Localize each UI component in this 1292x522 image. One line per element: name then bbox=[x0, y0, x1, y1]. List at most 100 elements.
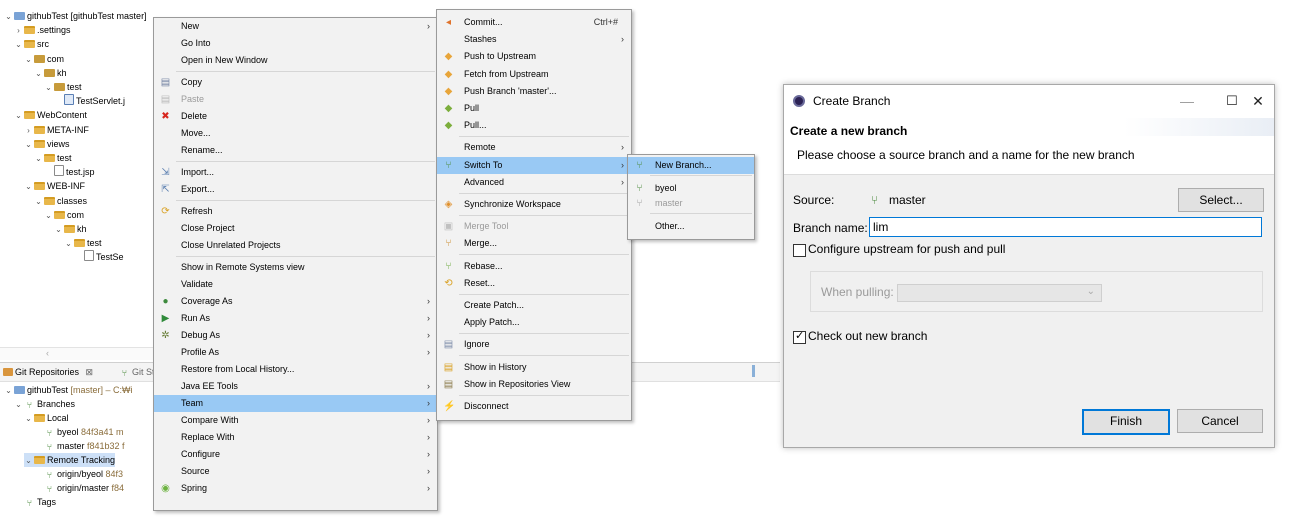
expand-chevron-icon[interactable]: ⌄ bbox=[54, 223, 63, 237]
team-commit[interactable]: ◂ Commit... Ctrl+# bbox=[437, 14, 631, 31]
collapse-chevron-icon[interactable]: › bbox=[14, 24, 23, 38]
expand-chevron-icon[interactable]: ⌄ bbox=[44, 209, 53, 223]
git-remote-tracking-node[interactable]: ⌄ Remote Tracking bbox=[24, 453, 116, 467]
menu-export[interactable]: ⇱ Export... bbox=[154, 181, 437, 198]
git-branch-master[interactable]: ⑂ master f841b32 f bbox=[34, 439, 125, 453]
tab-git-repositories[interactable]: Git Repositories ⊠ bbox=[2, 365, 93, 379]
explorer-horizontal-scrollbar[interactable]: ‹ bbox=[0, 347, 160, 360]
menu-copy[interactable]: ▤ Copy bbox=[154, 74, 437, 91]
team-show-history[interactable]: ▤ Show in History bbox=[437, 359, 631, 376]
expand-chevron-icon[interactable]: ⌄ bbox=[24, 412, 33, 426]
tree-folder-test[interactable]: ⌄ test bbox=[44, 80, 81, 95]
switch-new-branch[interactable]: ⑂ New Branch... bbox=[628, 157, 754, 174]
finish-button[interactable]: Finish bbox=[1082, 409, 1170, 435]
team-fetch-upstream[interactable]: ◆ Fetch from Upstream bbox=[437, 66, 631, 83]
tree-folder-src[interactable]: ⌄ src bbox=[14, 37, 49, 51]
tree-folder-web-inf[interactable]: ⌄ WEB-INF bbox=[24, 179, 85, 193]
tree-folder-classes-kh[interactable]: ⌄ kh bbox=[54, 222, 86, 237]
menu-spring[interactable]: ◉ Spring › bbox=[154, 480, 437, 497]
git-origin-byeol[interactable]: ⑂ origin/byeol 84f3 bbox=[34, 467, 123, 481]
menu-move[interactable]: Move... bbox=[154, 125, 437, 142]
cancel-button[interactable]: Cancel bbox=[1177, 409, 1263, 433]
collapse-chevron-icon[interactable]: › bbox=[24, 124, 33, 138]
switch-byeol[interactable]: ⑂ byeol bbox=[628, 180, 754, 197]
git-repo-githubtest[interactable]: ⌄ githubTest [master] – C:₩i bbox=[4, 383, 132, 398]
team-create-patch[interactable]: Create Patch... bbox=[437, 297, 631, 314]
tree-file-test-jsp[interactable]: test.jsp bbox=[44, 165, 95, 179]
switch-other[interactable]: Other... bbox=[628, 218, 754, 235]
tree-folder-views[interactable]: ⌄ views bbox=[24, 137, 69, 152]
team-disconnect[interactable]: ⚡ Disconnect bbox=[437, 398, 631, 415]
team-remote[interactable]: Remote › bbox=[437, 139, 631, 156]
team-push-branch[interactable]: ◆ Push Branch 'master'... bbox=[437, 83, 631, 100]
expand-chevron-icon[interactable]: ⌄ bbox=[44, 81, 53, 95]
expand-chevron-icon[interactable]: ⌄ bbox=[64, 237, 73, 251]
team-advanced[interactable]: Advanced › bbox=[437, 174, 631, 191]
expand-chevron-icon[interactable]: ⌄ bbox=[24, 180, 33, 194]
menu-new[interactable]: New › bbox=[154, 18, 437, 35]
branch-name-input[interactable]: lim bbox=[869, 217, 1262, 237]
tree-folder-classes-test[interactable]: ⌄ test bbox=[64, 236, 101, 251]
tree-file-testse[interactable]: TestSe bbox=[74, 250, 124, 264]
menu-coverage-as[interactable]: ● Coverage As › bbox=[154, 293, 437, 310]
expand-chevron-icon[interactable]: ⌄ bbox=[24, 138, 33, 152]
expand-chevron-icon[interactable]: ⌄ bbox=[24, 53, 33, 67]
menu-java-ee-tools[interactable]: Java EE Tools › bbox=[154, 378, 437, 395]
menu-close-project[interactable]: Close Project bbox=[154, 220, 437, 237]
tree-folder-webcontent[interactable]: ⌄ WebContent bbox=[14, 108, 87, 122]
expand-chevron-icon[interactable]: ⌄ bbox=[34, 195, 43, 209]
team-show-repositories[interactable]: ▤ Show in Repositories View bbox=[437, 376, 631, 393]
menu-restore-history[interactable]: Restore from Local History... bbox=[154, 361, 437, 378]
when-pulling-select[interactable]: ⌄ bbox=[897, 284, 1102, 302]
menu-import[interactable]: ⇲ Import... bbox=[154, 164, 437, 181]
tree-folder-meta-inf[interactable]: › META-INF bbox=[24, 123, 89, 137]
team-switch-to[interactable]: ⑂ Switch To › bbox=[437, 156, 631, 174]
expand-chevron-icon[interactable]: ⌄ bbox=[34, 152, 43, 166]
tab-git-staging[interactable]: ⑂ Git St bbox=[118, 365, 155, 379]
menu-refresh[interactable]: ⟳ Refresh bbox=[154, 203, 437, 220]
menu-show-remote-systems[interactable]: Show in Remote Systems view bbox=[154, 259, 437, 276]
minimize-icon[interactable]: — bbox=[1177, 91, 1197, 111]
expand-chevron-icon[interactable]: ⌄ bbox=[14, 109, 23, 123]
tree-folder-kh[interactable]: ⌄ kh bbox=[34, 66, 66, 81]
tree-folder-views-test[interactable]: ⌄ test bbox=[34, 151, 71, 166]
menu-open-new-window[interactable]: Open in New Window bbox=[154, 52, 437, 69]
tab-close-icon[interactable]: ⊠ bbox=[86, 367, 94, 377]
git-tags-node[interactable]: ⑂ Tags bbox=[14, 495, 56, 509]
team-push-upstream[interactable]: ◆ Push to Upstream bbox=[437, 48, 631, 65]
close-icon[interactable]: ✕ bbox=[1248, 91, 1268, 111]
menu-rename[interactable]: Rename... bbox=[154, 142, 437, 159]
tree-folder-com[interactable]: ⌄ com bbox=[24, 52, 64, 66]
menu-profile-as[interactable]: Profile As › bbox=[154, 344, 437, 361]
expand-chevron-icon[interactable]: ⌄ bbox=[4, 10, 13, 24]
checkout-branch-checkbox[interactable] bbox=[793, 329, 806, 344]
menu-replace-with[interactable]: Replace With › bbox=[154, 429, 437, 446]
menu-team[interactable]: Team › bbox=[154, 395, 437, 412]
git-branches-node[interactable]: ⌄ ⑂ Branches bbox=[14, 397, 75, 411]
menu-run-as[interactable]: ▶ Run As › bbox=[154, 310, 437, 327]
menu-debug-as[interactable]: ✲ Debug As › bbox=[154, 327, 437, 344]
configure-upstream-checkbox[interactable] bbox=[793, 244, 806, 257]
team-pull-dots[interactable]: ◆ Pull... bbox=[437, 117, 631, 134]
tree-file-testservlet[interactable]: TestServlet.j bbox=[54, 94, 125, 108]
team-rebase[interactable]: ⑂ Rebase... bbox=[437, 258, 631, 275]
expand-chevron-icon[interactable]: ⌄ bbox=[4, 384, 13, 398]
menu-validate[interactable]: Validate bbox=[154, 276, 437, 293]
menu-compare-with[interactable]: Compare With › bbox=[154, 412, 437, 429]
git-local-node[interactable]: ⌄ Local bbox=[24, 411, 68, 426]
team-apply-patch[interactable]: Apply Patch... bbox=[437, 314, 631, 331]
team-pull[interactable]: ◆ Pull bbox=[437, 100, 631, 117]
expand-chevron-icon[interactable]: ⌄ bbox=[34, 67, 43, 81]
tree-project-githubtest[interactable]: ⌄ githubTest [githubTest master] bbox=[4, 9, 146, 24]
select-button[interactable]: Select... bbox=[1178, 188, 1264, 212]
expand-chevron-icon[interactable]: ⌄ bbox=[14, 38, 23, 52]
git-origin-master[interactable]: ⑂ origin/master f84 bbox=[34, 481, 124, 495]
menu-source[interactable]: Source › bbox=[154, 463, 437, 480]
expand-chevron-icon[interactable]: ⌄ bbox=[14, 398, 23, 412]
team-synchronize[interactable]: ◈ Synchronize Workspace bbox=[437, 196, 631, 213]
tree-folder-settings[interactable]: › .settings bbox=[14, 23, 70, 38]
git-branch-byeol[interactable]: ⑂ byeol 84f3a41 m bbox=[34, 425, 124, 439]
scroll-left-arrow-icon[interactable]: ‹ bbox=[46, 348, 49, 358]
tree-folder-classes[interactable]: ⌄ classes bbox=[34, 194, 87, 208]
team-stashes[interactable]: Stashes › bbox=[437, 31, 631, 48]
